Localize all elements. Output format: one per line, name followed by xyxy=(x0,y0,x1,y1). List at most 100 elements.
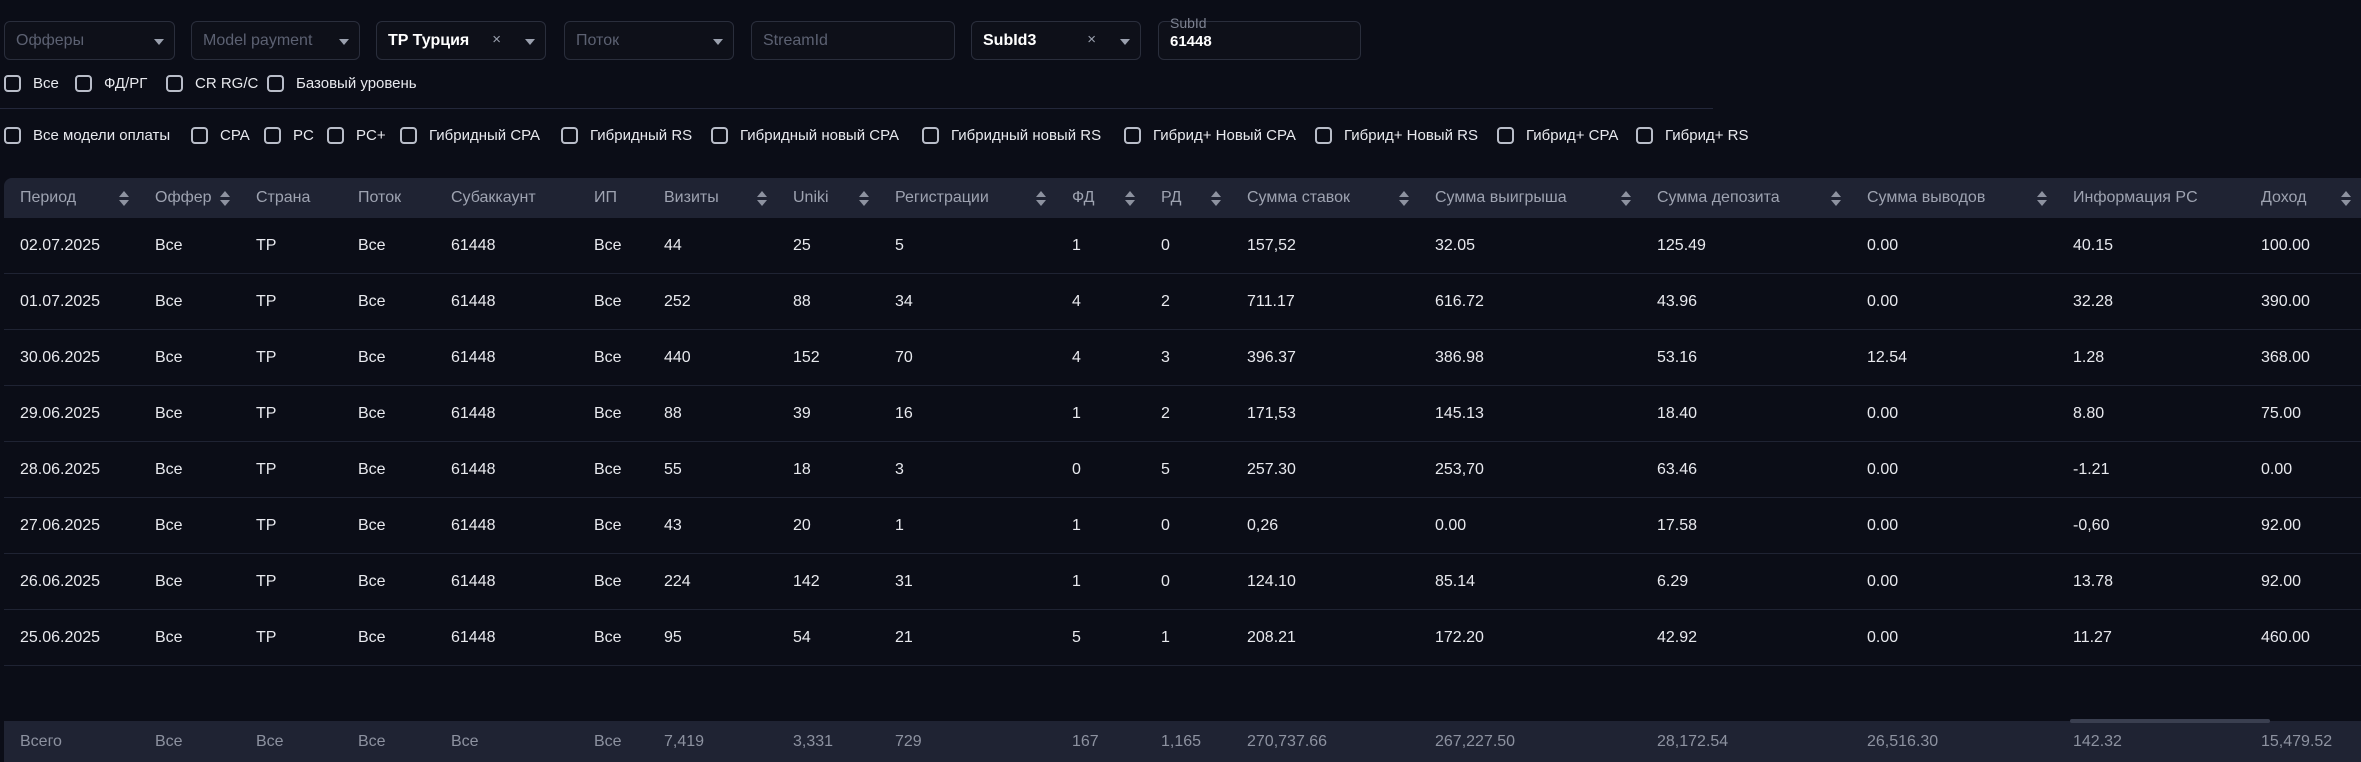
chevron-down-icon[interactable] xyxy=(154,39,164,45)
checkbox-box[interactable] xyxy=(1636,127,1653,144)
checkbox-box[interactable] xyxy=(922,127,939,144)
column-header[interactable]: Сумма ставок xyxy=(1231,178,1419,218)
column-header[interactable]: Сумма выводов xyxy=(1851,178,2057,218)
checkbox-cpa[interactable]: CPA xyxy=(191,123,250,147)
sort-icon[interactable] xyxy=(1125,191,1135,207)
table-row[interactable]: 28.06.2025ВсеTPВсе61448Все5518305257.302… xyxy=(4,442,2361,498)
streamid-input[interactable]: StreamId xyxy=(751,21,955,60)
checkbox-pc-plus[interactable]: PC+ xyxy=(327,123,386,147)
checkbox-hybrid-new-rs[interactable]: Гибридный новый RS xyxy=(922,123,1101,147)
checkbox-box[interactable] xyxy=(1315,127,1332,144)
checkbox-box[interactable] xyxy=(561,127,578,144)
sort-icon[interactable] xyxy=(2037,191,2047,207)
sort-icon[interactable] xyxy=(1621,191,1631,207)
checkbox-cr-rg-c[interactable]: CR RG/C xyxy=(166,71,258,95)
column-header[interactable]: Субаккаунт xyxy=(435,178,578,218)
column-header[interactable]: ИП xyxy=(578,178,648,218)
checkbox-box[interactable] xyxy=(1497,127,1514,144)
checkbox-hybrid-new-cpa[interactable]: Гибридный новый CPA xyxy=(711,123,899,147)
checkbox-hybrid-plus-new-cpa[interactable]: Гибрид+ Новый CPA xyxy=(1124,123,1296,147)
column-header[interactable]: Страна xyxy=(240,178,342,218)
chevron-down-icon[interactable] xyxy=(1120,39,1130,45)
checkbox-hybrid-rs[interactable]: Гибридный RS xyxy=(561,123,692,147)
sort-icon[interactable] xyxy=(1399,191,1409,207)
checkbox-box[interactable] xyxy=(1124,127,1141,144)
checkbox-hybrid-plus-cpa[interactable]: Гибрид+ CPA xyxy=(1497,123,1618,147)
column-header[interactable]: Сумма депозита xyxy=(1641,178,1851,218)
chevron-down-icon[interactable] xyxy=(339,39,349,45)
table-cell: Все xyxy=(342,442,435,498)
column-header[interactable]: Визиты xyxy=(648,178,777,218)
table-cell: Все xyxy=(139,610,240,666)
country-select[interactable]: TP Турция × xyxy=(376,21,546,60)
table-row[interactable]: 29.06.2025ВсеTPВсе61448Все88391612171,53… xyxy=(4,386,2361,442)
chevron-down-icon[interactable] xyxy=(525,39,535,45)
sort-icon[interactable] xyxy=(859,191,869,207)
checkbox-box[interactable] xyxy=(4,75,21,92)
sort-icon[interactable] xyxy=(1211,191,1221,207)
table-row[interactable]: 01.07.2025ВсеTPВсе61448Все252883442711.1… xyxy=(4,274,2361,330)
offers-select[interactable]: Офферы xyxy=(4,21,175,60)
checkbox-pc[interactable]: PC xyxy=(264,123,314,147)
table-cell: Все xyxy=(139,554,240,610)
table-row[interactable]: 26.06.2025ВсеTPВсе61448Все2241423110124.… xyxy=(4,554,2361,610)
checkbox-box[interactable] xyxy=(711,127,728,144)
checkbox-box[interactable] xyxy=(191,127,208,144)
column-header[interactable]: Сумма выигрыша xyxy=(1419,178,1641,218)
table-cell: 13.78 xyxy=(2057,554,2245,610)
table-cell: Все xyxy=(578,442,648,498)
column-header[interactable]: РД xyxy=(1145,178,1231,218)
horizontal-scrollbar[interactable] xyxy=(2070,719,2270,723)
subid-key-select[interactable]: SubId3 × xyxy=(971,21,1141,60)
clear-icon[interactable]: × xyxy=(492,31,501,48)
checkbox-label: Гибридный новый CPA xyxy=(740,127,899,144)
column-header[interactable]: ФД xyxy=(1056,178,1145,218)
column-header[interactable]: Информация PC xyxy=(2057,178,2245,218)
table-cell: 2 xyxy=(1145,386,1231,442)
checkbox-all[interactable]: Все xyxy=(4,71,59,95)
checkbox-hybrid-plus-new-rs[interactable]: Гибрид+ Новый RS xyxy=(1315,123,1478,147)
checkbox-box[interactable] xyxy=(75,75,92,92)
table-cell: 18 xyxy=(777,442,879,498)
table-cell: 3 xyxy=(1145,330,1231,386)
table-row[interactable]: 25.06.2025ВсеTPВсе61448Все95542151208.21… xyxy=(4,610,2361,666)
column-header[interactable]: Поток xyxy=(342,178,435,218)
chevron-down-icon[interactable] xyxy=(713,39,723,45)
sort-icon[interactable] xyxy=(757,191,767,207)
table-cell: Все xyxy=(578,218,648,274)
sort-icon[interactable] xyxy=(1831,191,1841,207)
checkbox-all-payment-models[interactable]: Все модели оплаты xyxy=(4,123,170,147)
table-cell: TP xyxy=(240,386,342,442)
checkbox-box[interactable] xyxy=(264,127,281,144)
clear-icon[interactable]: × xyxy=(1087,31,1096,48)
checkbox-base-level[interactable]: Базовый уровень xyxy=(267,71,417,95)
sort-icon[interactable] xyxy=(119,191,129,207)
sort-icon[interactable] xyxy=(1036,191,1046,207)
column-header-label: РД xyxy=(1161,189,1181,206)
checkbox-box[interactable] xyxy=(400,127,417,144)
column-header[interactable]: Период xyxy=(4,178,139,218)
table-row[interactable]: 27.06.2025ВсеTPВсе61448Все43201100,260.0… xyxy=(4,498,2361,554)
checkbox-hybrid-plus-rs[interactable]: Гибрид+ RS xyxy=(1636,123,1749,147)
checkbox-hybrid-cpa[interactable]: Гибридный CPA xyxy=(400,123,540,147)
table-cell: Все xyxy=(578,330,648,386)
column-header[interactable]: Регистрации xyxy=(879,178,1056,218)
table-row[interactable]: 02.07.2025ВсеTPВсе61448Все4425510157,523… xyxy=(4,218,2361,274)
checkbox-box[interactable] xyxy=(166,75,183,92)
subid-value-input[interactable]: SubId 61448 xyxy=(1158,21,1361,60)
stream-select[interactable]: Поток xyxy=(564,21,734,60)
checkbox-box[interactable] xyxy=(267,75,284,92)
table-cell: 17.58 xyxy=(1641,498,1851,554)
column-header[interactable]: Uniki xyxy=(777,178,879,218)
model-payment-select[interactable]: Model payment xyxy=(191,21,360,60)
checkbox-box[interactable] xyxy=(4,127,21,144)
checkbox-box[interactable] xyxy=(327,127,344,144)
sort-icon[interactable] xyxy=(2341,191,2351,207)
checkbox-fd-rg[interactable]: ФД/РГ xyxy=(75,71,147,95)
column-header[interactable]: Оффер xyxy=(139,178,240,218)
column-header[interactable]: Доход xyxy=(2245,178,2361,218)
total-row: ВсегоВсеВсеВсеВсеВсе7,4193,3317291671,16… xyxy=(4,722,2361,762)
sort-icon[interactable] xyxy=(220,191,230,207)
table-cell: 01.07.2025 xyxy=(4,274,139,330)
table-row[interactable]: 30.06.2025ВсеTPВсе61448Все4401527043396.… xyxy=(4,330,2361,386)
